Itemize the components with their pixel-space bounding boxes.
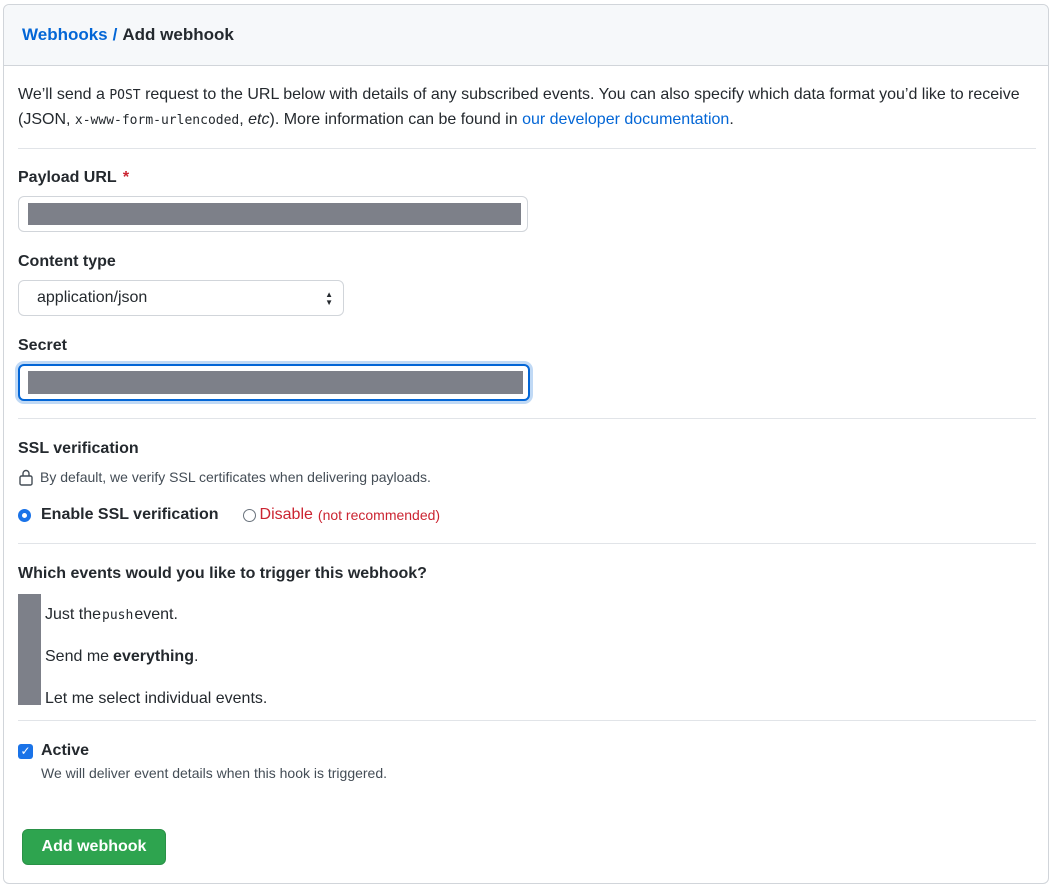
event-option-text: event. bbox=[134, 606, 178, 623]
required-asterisk: * bbox=[122, 169, 130, 186]
secret-label: Secret bbox=[18, 337, 67, 354]
event-option-text: . bbox=[193, 648, 199, 665]
divider bbox=[18, 148, 1036, 149]
divider bbox=[18, 418, 1036, 419]
active-checkbox[interactable]: ✓ bbox=[18, 743, 33, 759]
event-option-text: Just the bbox=[45, 606, 102, 623]
intro-etc: etc bbox=[248, 111, 270, 128]
event-option-text: Send me bbox=[45, 648, 110, 665]
enable-ssl-radio[interactable] bbox=[18, 508, 31, 522]
enable-ssl-label[interactable]: Enable SSL verification bbox=[41, 506, 219, 524]
content-type-select[interactable]: application/json ▲ ▼ bbox=[18, 280, 344, 316]
event-option-bold: everything bbox=[113, 648, 194, 665]
events-question: Which events would you like to trigger t… bbox=[18, 565, 427, 582]
intro-post-code: POST bbox=[109, 88, 141, 103]
breadcrumb-current: Add webhook bbox=[122, 25, 234, 44]
redacted-value bbox=[28, 371, 523, 394]
event-option-everything[interactable]: Send me everything . bbox=[45, 636, 267, 678]
intro-part: , bbox=[239, 111, 249, 128]
active-row: ✓ Active bbox=[18, 742, 1036, 760]
divider bbox=[18, 543, 1036, 544]
push-code: push bbox=[102, 607, 134, 623]
developer-docs-link[interactable]: our developer documentation bbox=[522, 111, 729, 128]
add-webhook-button[interactable]: Add webhook bbox=[22, 829, 166, 865]
lock-icon bbox=[19, 469, 33, 486]
active-label[interactable]: Active bbox=[41, 742, 89, 760]
intro-form-code: x-www-form-urlencoded bbox=[74, 113, 240, 128]
events-options: Just the push event. Send me everything … bbox=[18, 594, 1036, 707]
intro-part: We’ll send a bbox=[18, 86, 110, 103]
form-content: We’ll send a POST request to the URL bel… bbox=[18, 61, 1036, 781]
intro-part: . bbox=[729, 111, 734, 128]
intro-text: We’ll send a POST request to the URL bel… bbox=[18, 83, 1036, 133]
ssl-title: SSL verification bbox=[18, 440, 139, 457]
select-arrows-icon: ▲ ▼ bbox=[325, 290, 333, 307]
payload-url-label: Payload URL * bbox=[18, 169, 1036, 187]
disable-ssl-radio[interactable] bbox=[242, 508, 256, 522]
payload-url-input[interactable] bbox=[18, 196, 528, 232]
event-option-individual[interactable]: Let me select individual events. bbox=[45, 678, 267, 720]
redacted-radio-group bbox=[18, 594, 41, 705]
disable-ssl-hint: (not recommended) bbox=[317, 507, 441, 523]
breadcrumb-separator: / bbox=[112, 25, 118, 44]
content-type-label: Content type bbox=[18, 253, 116, 270]
breadcrumb: Webhooks / Add webhook bbox=[4, 5, 1048, 66]
content-type-value: application/json bbox=[37, 289, 148, 306]
ssl-options: Enable SSL verification Disable (not rec… bbox=[18, 506, 1036, 524]
intro-part: ). More information can be found in bbox=[269, 111, 523, 128]
secret-input[interactable] bbox=[18, 364, 530, 401]
redacted-value bbox=[28, 203, 521, 225]
event-option-push[interactable]: Just the push event. bbox=[45, 594, 267, 636]
breadcrumb-webhooks-link[interactable]: Webhooks bbox=[22, 25, 108, 45]
ssl-note-text: By default, we verify SSL certificates w… bbox=[40, 469, 431, 485]
disable-ssl-label[interactable]: Disable bbox=[260, 506, 313, 524]
active-note: We will deliver event details when this … bbox=[41, 765, 388, 781]
divider bbox=[18, 720, 1036, 721]
ssl-note: By default, we verify SSL certificates w… bbox=[18, 468, 1036, 486]
payload-url-label-text: Payload URL bbox=[18, 169, 117, 186]
